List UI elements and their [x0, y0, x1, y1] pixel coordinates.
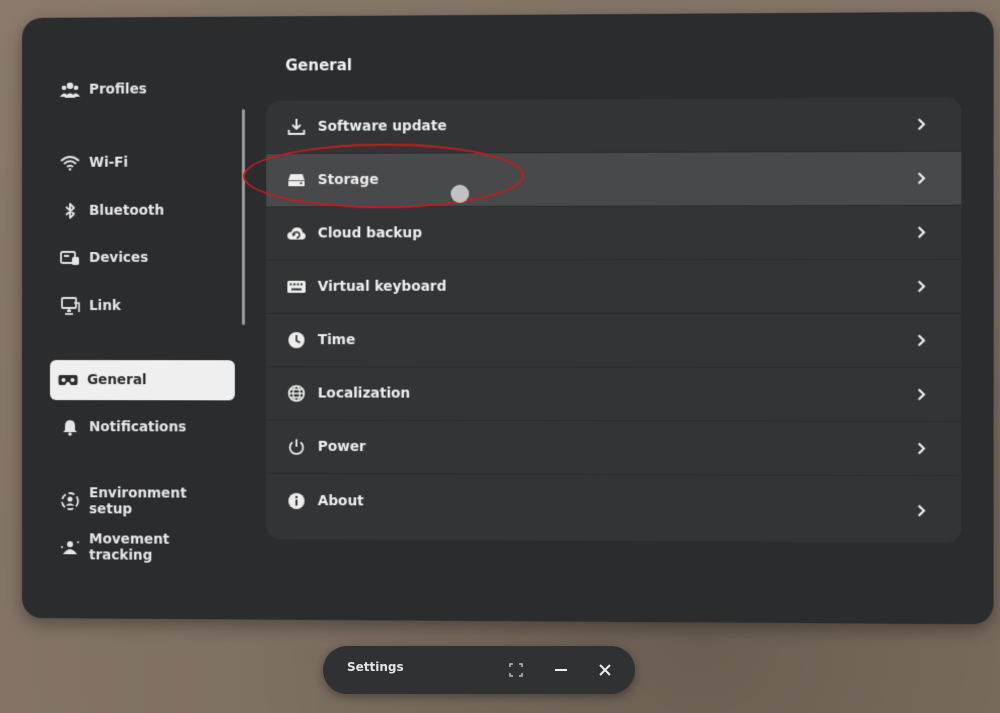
devices-icon	[60, 248, 80, 268]
list-item-label: Time	[317, 332, 356, 349]
list-item-virtual-keyboard[interactable]: Virtual keyboard	[266, 259, 962, 314]
sidebar-item-label: Bluetooth	[89, 202, 165, 219]
expand-button[interactable]	[505, 659, 527, 681]
list-item-label: Virtual keyboard	[317, 278, 447, 295]
sidebar-item-label: Wi-Fi	[89, 154, 129, 171]
environment-icon	[60, 491, 80, 511]
list-item-about[interactable]: About	[266, 474, 961, 530]
bell-icon	[60, 417, 80, 437]
power-icon	[286, 437, 306, 457]
chevron-right-icon	[913, 384, 930, 404]
minimize-icon	[555, 669, 567, 671]
chevron-right-icon	[913, 114, 930, 134]
sidebar-item-label: Link	[89, 297, 121, 314]
page-title: General	[285, 56, 353, 75]
sidebar-item-label: Movement tracking	[89, 531, 170, 564]
list-item-label: Localization	[317, 385, 411, 402]
chevron-right-icon	[913, 438, 930, 458]
info-icon	[286, 490, 306, 510]
taskbar-title: Settings	[347, 660, 404, 674]
sidebar-item-label: General	[87, 372, 147, 389]
sidebar-item-bluetooth[interactable]: Bluetooth	[52, 190, 233, 231]
sidebar-item-environment-setup[interactable]: Environment setup	[52, 481, 233, 522]
sidebar-item-link[interactable]: Link	[52, 286, 233, 326]
list-item-power[interactable]: Power	[266, 420, 962, 477]
chevron-right-icon	[913, 276, 930, 296]
download-icon	[286, 117, 306, 137]
minimize-button[interactable]	[550, 659, 572, 681]
globe-icon	[286, 383, 306, 403]
link-icon	[60, 296, 80, 316]
chevron-right-icon	[913, 500, 930, 520]
sidebar-item-label: Environment setup	[89, 485, 187, 518]
list-item-label: Software update	[317, 118, 447, 135]
sidebar-item-general[interactable]: General	[50, 360, 235, 401]
sidebar-item-label: Devices	[89, 249, 149, 266]
sidebar-item-devices[interactable]: Devices	[52, 238, 233, 278]
list-item-time[interactable]: Time	[266, 313, 962, 369]
movement-icon	[60, 537, 80, 557]
window-taskbar: Settings	[323, 646, 635, 694]
chevron-right-icon	[913, 330, 930, 350]
chevron-right-icon	[913, 222, 930, 242]
expand-icon	[509, 663, 523, 677]
list-item-label: Power	[317, 438, 366, 456]
sidebar-item-wifi[interactable]: Wi-Fi	[52, 142, 233, 183]
list-item-localization[interactable]: Localization	[266, 367, 962, 423]
list-item-label: About	[317, 492, 364, 509]
settings-window: Profiles Wi-Fi Bluetooth Devices Link Ge…	[22, 11, 994, 625]
list-item-cloud-backup[interactable]: Cloud backup	[266, 205, 962, 261]
clock-icon	[286, 330, 306, 350]
sidebar-scrollbar[interactable]	[241, 108, 245, 326]
cloud-backup-icon	[286, 223, 306, 243]
close-icon	[599, 664, 611, 676]
chevron-right-icon	[913, 168, 930, 188]
bluetooth-icon	[60, 201, 80, 221]
sidebar-item-notifications[interactable]: Notifications	[52, 407, 233, 448]
close-button[interactable]	[594, 659, 616, 681]
headset-icon	[58, 370, 78, 390]
sidebar-item-label: Profiles	[89, 81, 147, 98]
wifi-icon	[60, 153, 80, 173]
sidebar-item-label: Notifications	[89, 419, 187, 436]
people-icon	[60, 80, 80, 100]
pointer-cursor	[450, 184, 470, 203]
sidebar-item-movement-tracking[interactable]: Movement tracking	[52, 527, 233, 568]
keyboard-icon	[286, 277, 306, 297]
sidebar-item-profiles[interactable]: Profiles	[52, 69, 233, 110]
list-item-label: Cloud backup	[317, 225, 423, 242]
